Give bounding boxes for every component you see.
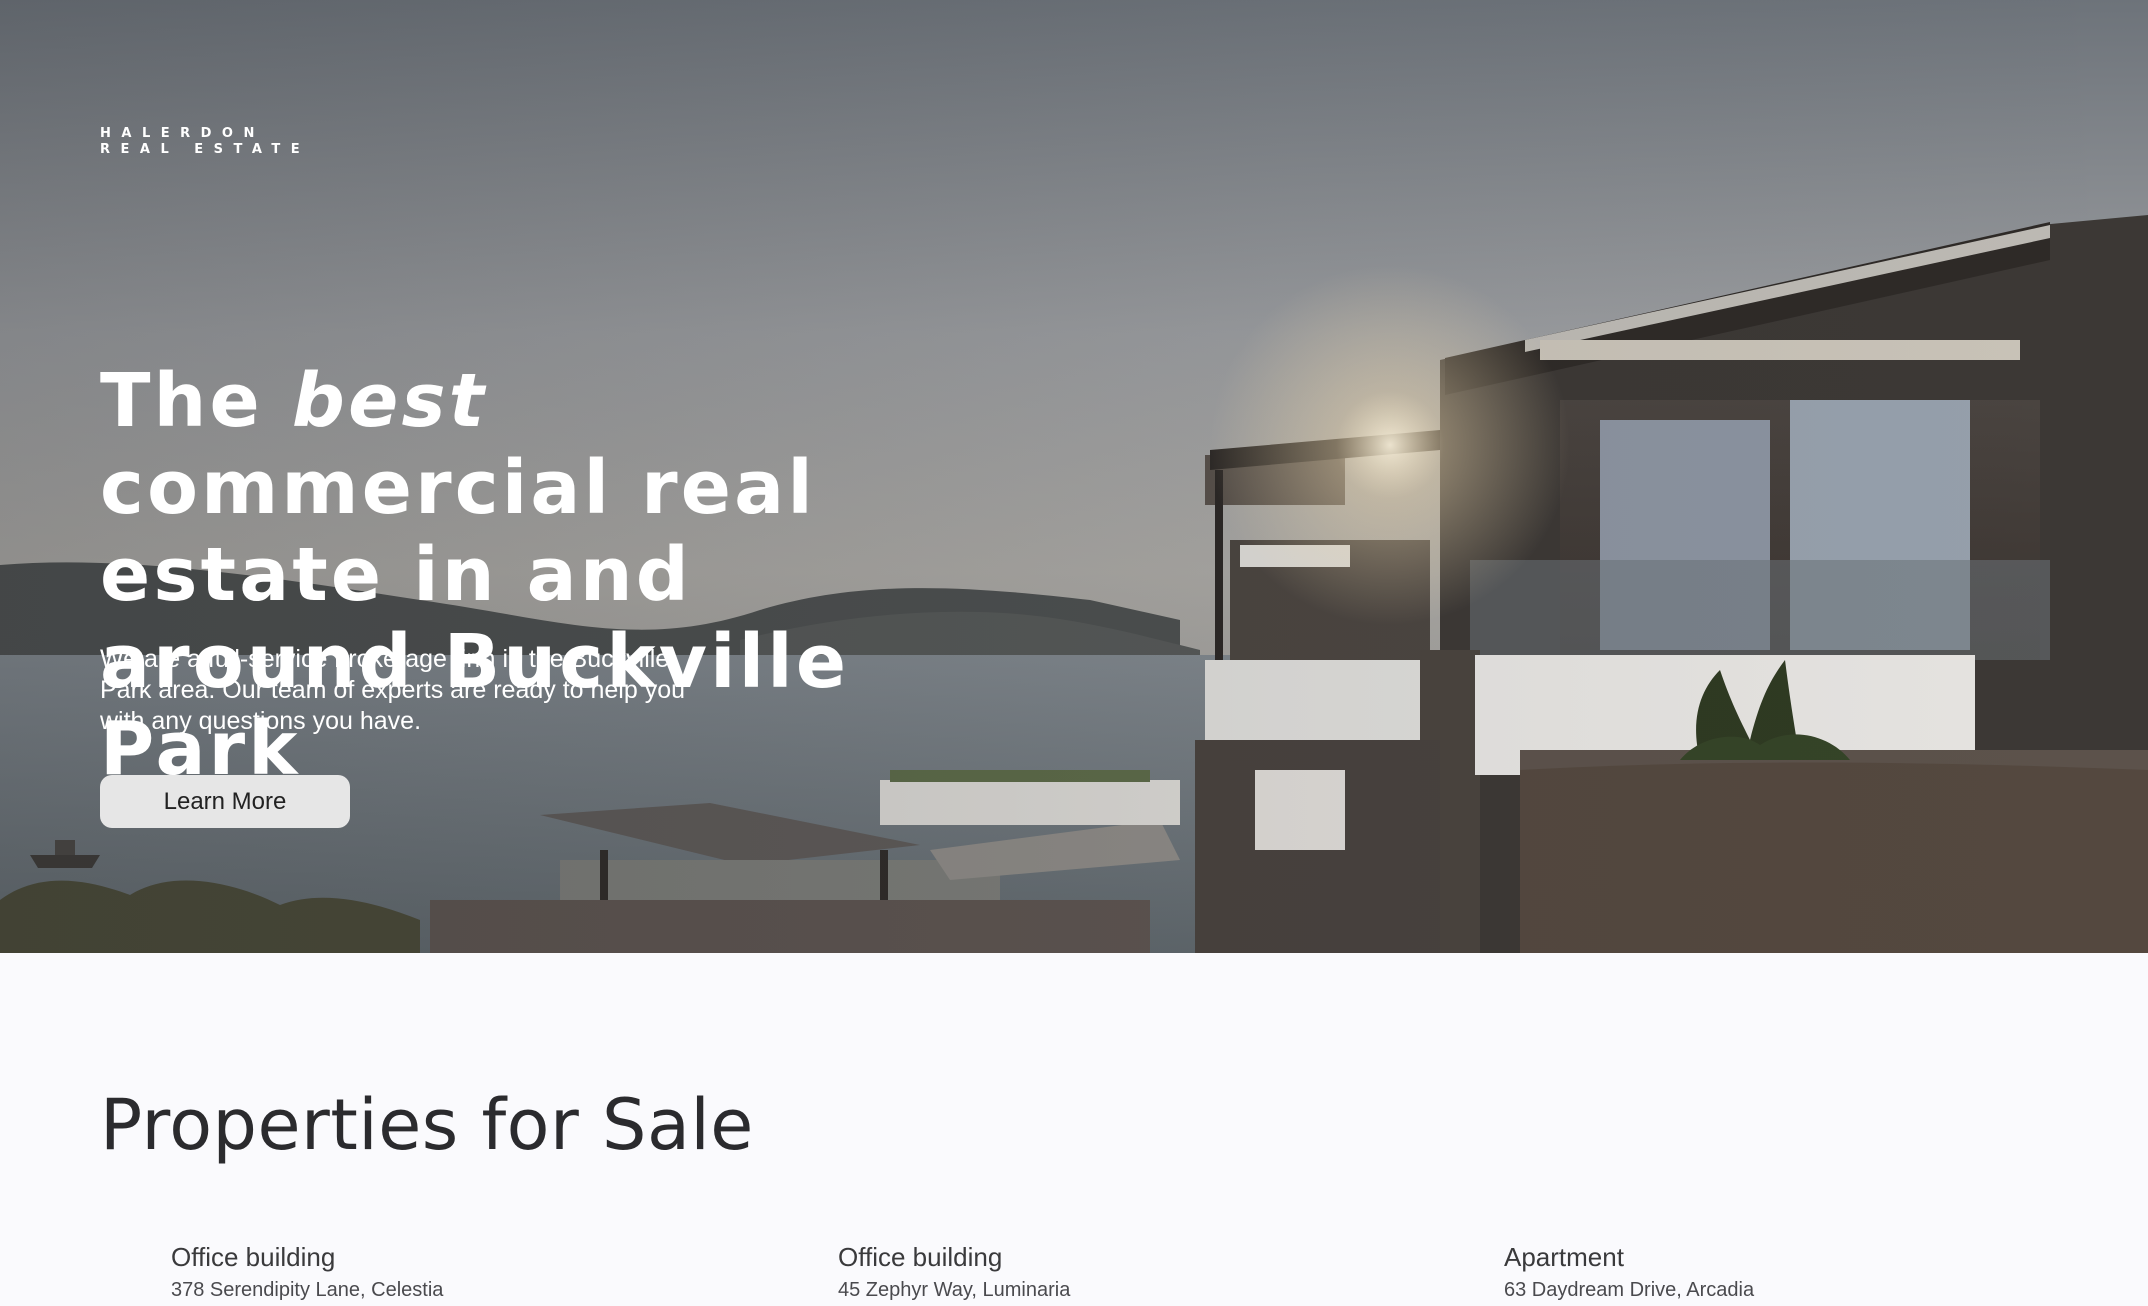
learn-more-button[interactable]: Learn More xyxy=(100,775,350,828)
property-address: 63 Daydream Drive, Arcadia xyxy=(1504,1279,1755,1301)
property-address: 378 Serendipity Lane, Celestia xyxy=(171,1279,444,1301)
hero-headline-emphasis: best xyxy=(291,358,488,444)
property-type: Office building xyxy=(838,1242,1003,1272)
hero-headline-end: commercial real estate in and around Buc… xyxy=(100,445,850,792)
property-card[interactable]: Apartment 63 Daydream Drive, Arcadia xyxy=(1504,1240,2064,1306)
property-type: Office building xyxy=(171,1242,336,1272)
hero-description: We are a full-service brokerage firm in … xyxy=(100,645,686,735)
brand-line-2: REAL ESTATE xyxy=(100,142,311,157)
hero-headline-start: The xyxy=(100,358,292,444)
brand-logo[interactable]: HALERDON REAL ESTATE xyxy=(100,126,310,158)
property-card[interactable]: Office building 378 Serendipity Lane, Ce… xyxy=(171,1240,731,1306)
property-type: Apartment xyxy=(1504,1242,1624,1272)
brand-line-1: HALERDON xyxy=(100,126,265,141)
property-address: 45 Zephyr Way, Luminaria xyxy=(838,1279,1071,1301)
properties-heading: Properties for Sale xyxy=(100,1084,754,1166)
hero-section: HALERDON REAL ESTATE The best commercial… xyxy=(0,0,2148,953)
property-card[interactable]: Office building 45 Zephyr Way, Luminaria xyxy=(838,1240,1398,1306)
